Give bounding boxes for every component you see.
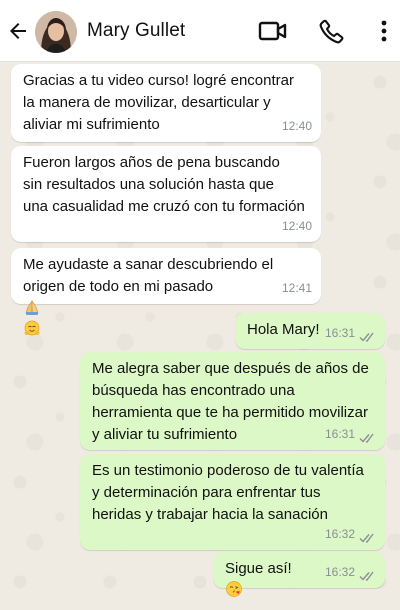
read-receipt-icon (359, 533, 374, 543)
message-time: 16:32 (324, 527, 355, 541)
message-text: Es un testimonio poderoso de tu valentía… (92, 462, 364, 523)
folded-hands-emoji (25, 300, 39, 315)
outgoing-message[interactable]: Sigue así! 16:32 (213, 552, 385, 597)
incoming-message[interactable]: Fueron largos años de pena buscando sin … (11, 146, 321, 242)
incoming-message[interactable]: Me ayudaste a sanar descubriendo el orig… (11, 248, 321, 336)
phone-icon[interactable] (318, 17, 346, 45)
more-options-icon[interactable] (376, 18, 392, 44)
read-receipt-icon (359, 332, 374, 342)
message-time: 16:32 (324, 565, 355, 579)
read-receipt-icon (359, 433, 374, 443)
hugging-face-emoji (24, 320, 40, 336)
outgoing-message[interactable]: Me alegra saber que después de años de b… (80, 352, 385, 450)
message-time: 16:31 (324, 427, 355, 441)
outgoing-message[interactable]: Es un testimonio poderoso de tu valentía… (80, 454, 385, 550)
message-time: 12:41 (281, 281, 312, 295)
message-time: 12:40 (281, 119, 312, 133)
chat-header: Mary Gullet (0, 0, 400, 62)
message-time: 16:31 (324, 326, 355, 340)
video-call-icon[interactable] (258, 18, 288, 44)
back-arrow-icon[interactable] (6, 19, 30, 43)
message-time: 12:40 (281, 219, 312, 233)
contact-name[interactable]: Mary Gullet (87, 20, 185, 42)
read-receipt-icon (359, 571, 374, 581)
face-blowing-kiss-emoji (226, 581, 242, 597)
incoming-message[interactable]: Gracias a tu video curso! logré encontra… (11, 64, 321, 142)
message-text: Fueron largos años de pena buscando sin … (23, 154, 305, 215)
avatar[interactable] (35, 11, 77, 53)
message-text: Gracias a tu video curso! logré encontra… (23, 72, 294, 133)
outgoing-message[interactable]: Hola Mary! 16:31 (235, 313, 385, 349)
chat-area[interactable]: Gracias a tu video curso! logré encontra… (0, 62, 400, 610)
